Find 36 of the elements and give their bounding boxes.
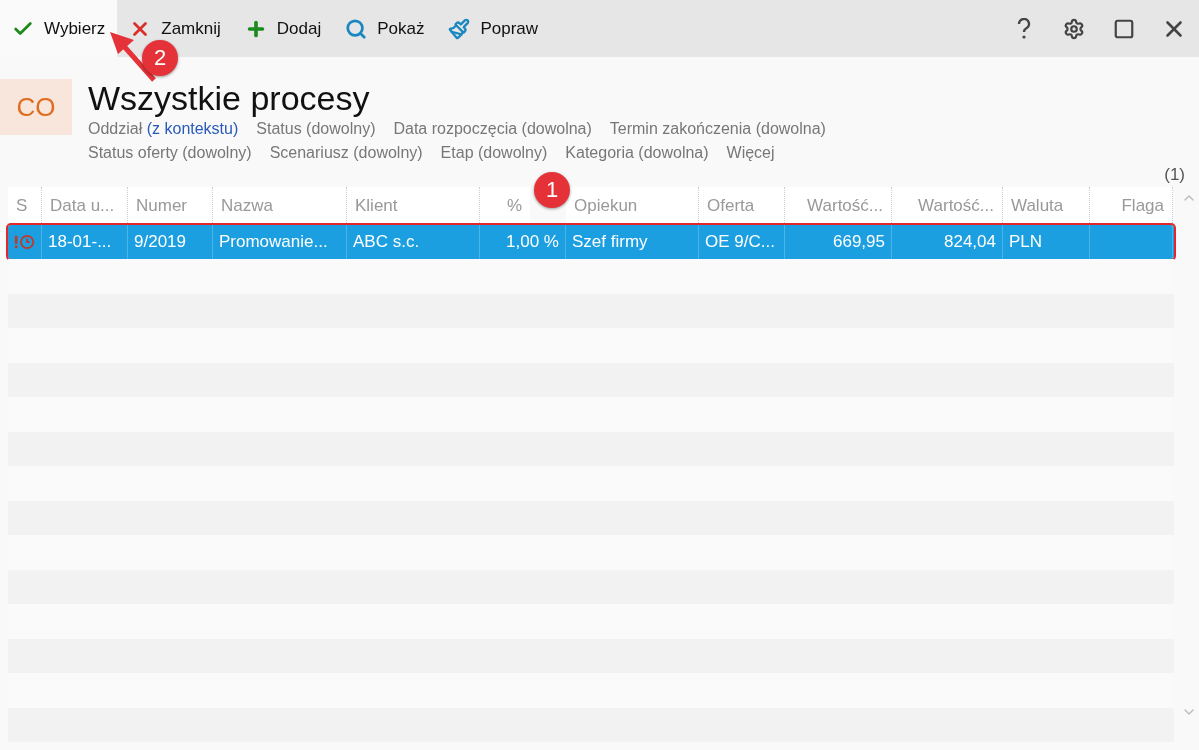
- filter-link[interactable]: Kategoria (dowolna): [565, 141, 709, 165]
- filter-link[interactable]: Etap (dowolny): [440, 141, 548, 165]
- toolbar-button[interactable]: Dodaj: [232, 0, 334, 57]
- maximize-icon: [1113, 17, 1135, 40]
- table-row[interactable]: 18-01-... 9/2019 Promowanie... ABC s.c. 1,00 % Szef firmy OE 9/C... 669,95 824,04 PLN: [8, 225, 1174, 259]
- column-header[interactable]: Klient: [347, 187, 480, 225]
- brush-icon: [448, 17, 471, 40]
- column-header[interactable]: Wartość...: [892, 187, 1003, 225]
- filter-link[interactable]: Termin zakończenia (dowolna): [609, 117, 826, 141]
- column-header[interactable]: Waluta: [1003, 187, 1090, 225]
- module-badge: CO: [0, 79, 72, 135]
- filter-link[interactable]: Status (dowolny): [256, 117, 376, 141]
- record-count: (1): [1164, 165, 1185, 185]
- column-header[interactable]: Oferta: [699, 187, 785, 225]
- column-header[interactable]: Opiekun: [566, 187, 699, 225]
- filter-link[interactable]: Status oferty (dowolny): [88, 141, 252, 165]
- toolbar-button[interactable]: Wybierz: [0, 0, 118, 57]
- column-header[interactable]: %: [480, 187, 530, 225]
- page-title: Wszystkie procesy: [88, 79, 371, 117]
- column-header[interactable]: Data u...: [42, 187, 128, 225]
- settings-icon: [1063, 17, 1085, 40]
- help-icon: [1017, 17, 1031, 40]
- filter-link[interactable]: Data rozpoczęcia (dowolna): [393, 117, 592, 141]
- column-header[interactable]: Wartość...: [785, 187, 892, 225]
- filter-link[interactable]: Więcej: [726, 141, 775, 165]
- annotation-badge: 1: [534, 172, 570, 208]
- annotation-arrow: [108, 30, 156, 82]
- column-header[interactable]: S: [8, 187, 42, 225]
- column-header[interactable]: Nazwa: [213, 187, 347, 225]
- filter-link[interactable]: Oddział (z kontekstu): [88, 117, 239, 141]
- search-icon: [345, 17, 368, 40]
- toolbar-button[interactable]: Popraw: [436, 0, 551, 57]
- column-header[interactable]: Numer: [128, 187, 213, 225]
- filter-link[interactable]: Scenariusz (dowolny): [269, 141, 423, 165]
- toolbar-button[interactable]: Pokaż: [333, 0, 437, 57]
- column-header[interactable]: Flaga: [1090, 187, 1173, 225]
